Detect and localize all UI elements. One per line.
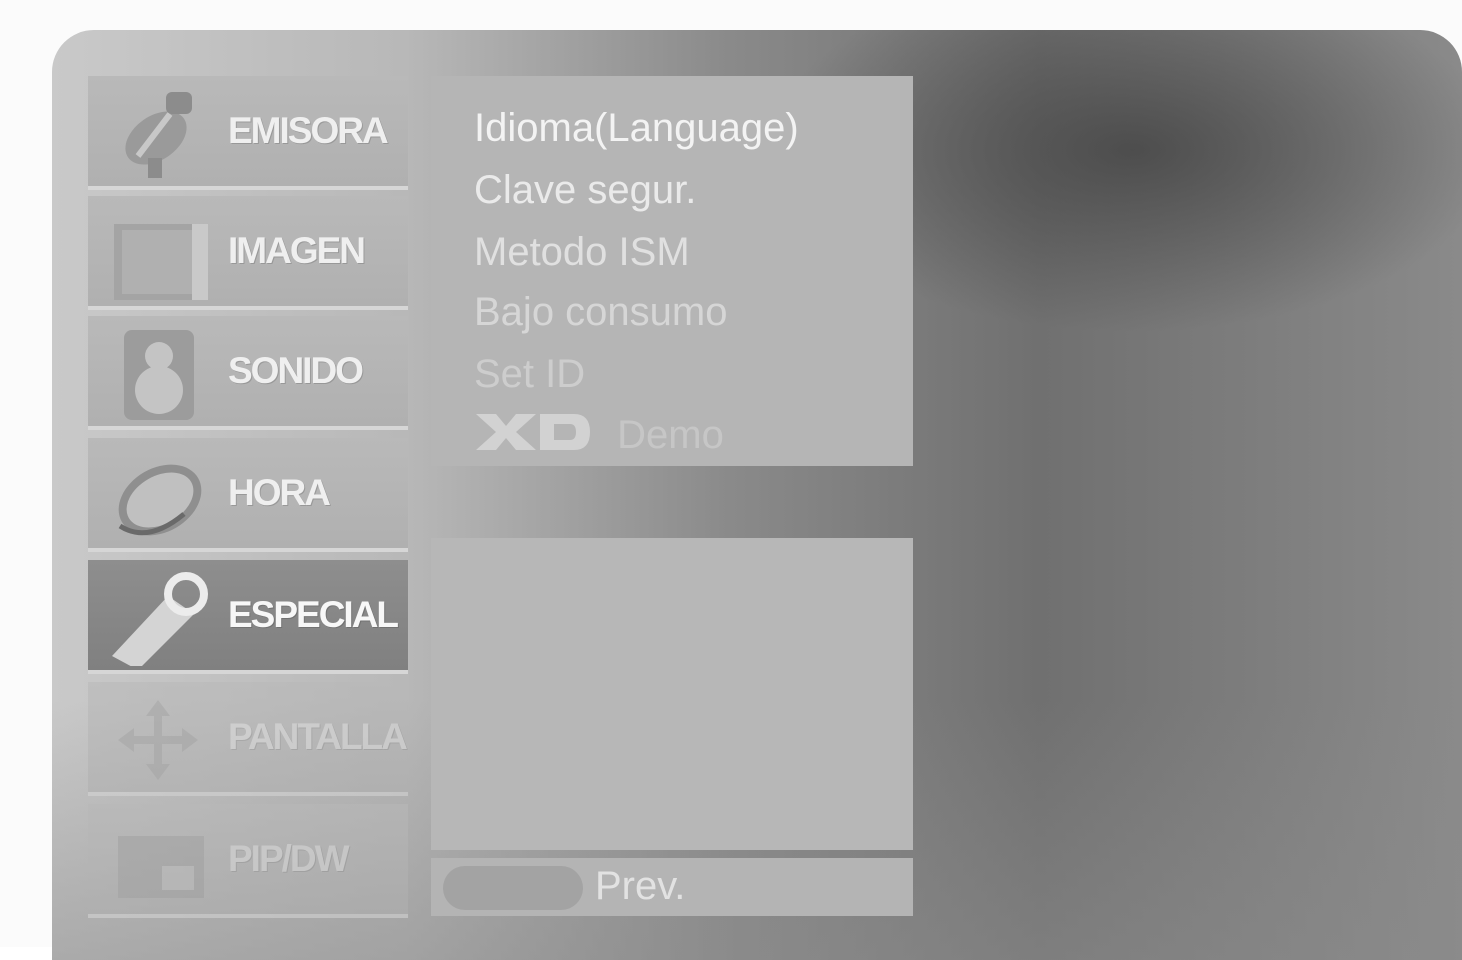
option-demo-label: Demo: [617, 413, 724, 457]
sidebar-item-especial[interactable]: ESPECIAL: [88, 560, 408, 674]
blue-button-indicator[interactable]: [443, 866, 583, 910]
sidebar-item-pantalla[interactable]: PANTALLA: [88, 682, 408, 796]
option-clave-segur[interactable]: Clave segur.: [474, 168, 696, 213]
sidebar-item-sonido[interactable]: SONIDO: [88, 316, 408, 430]
satellite-dish-icon: [125, 92, 192, 178]
sidebar-item-imagen[interactable]: IMAGEN: [88, 196, 408, 310]
sidebar-item-emisora[interactable]: EMISORA: [88, 76, 408, 190]
sidebar-item-label: IMAGEN: [228, 230, 366, 271]
sidebar-item-label: HORA: [228, 472, 331, 513]
tv-screen: EMISORA IMAGEN SONIDO HORA ESPECIAL PANT…: [0, 0, 1462, 960]
tag-icon: [112, 572, 208, 666]
sidebar-item-label: PANTALLA: [228, 716, 408, 757]
sidebar-item-label: PIP/DW: [228, 838, 350, 879]
category-sidebar: EMISORA IMAGEN SONIDO HORA ESPECIAL PANT…: [88, 76, 410, 918]
option-metodo-ism[interactable]: Metodo ISM: [474, 230, 690, 275]
option-set-id[interactable]: Set ID: [474, 352, 585, 397]
option-xd-demo[interactable]: Demo: [474, 412, 724, 458]
pip-screen-icon: [118, 836, 204, 898]
footer-prev-label: Prev.: [595, 864, 686, 908]
picture-icon: [114, 224, 208, 300]
option-idioma[interactable]: Idioma(Language): [474, 106, 799, 151]
xd-logo-icon: [476, 414, 590, 450]
sidebar-item-label: SONIDO: [228, 350, 364, 391]
sidebar-item-pip-dw[interactable]: PIP/DW: [88, 804, 408, 918]
move-arrows-icon: [118, 700, 198, 780]
option-detail-panel: [431, 538, 913, 850]
sidebar-item-hora[interactable]: HORA: [88, 438, 408, 552]
clock-icon: [118, 464, 202, 536]
option-bajo-consumo[interactable]: Bajo consumo: [474, 290, 727, 335]
sidebar-item-label: EMISORA: [228, 110, 389, 151]
especial-options-panel: Idioma(Language) Clave segur. Metodo ISM…: [431, 76, 913, 466]
footer-hint-bar: Prev.: [431, 858, 913, 916]
speaker-icon: [124, 330, 194, 420]
sidebar-item-label: ESPECIAL: [228, 594, 399, 635]
